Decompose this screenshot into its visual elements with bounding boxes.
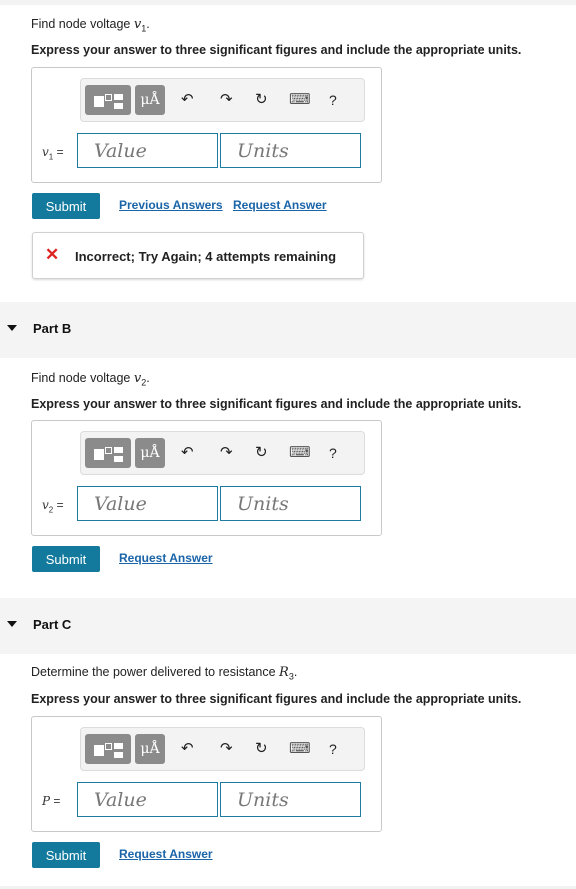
part-c-header[interactable]: Part C (0, 598, 576, 654)
keyboard-icon[interactable]: ⌨ (289, 90, 311, 110)
feedback-box: ✕ Incorrect; Try Again; 4 attempts remai… (32, 232, 364, 279)
incorrect-icon: ✕ (45, 245, 60, 264)
request-answer-link[interactable]: Request Answer (119, 551, 213, 565)
reset-icon[interactable]: ↻ (255, 443, 268, 463)
undo-icon[interactable]: ↶ (181, 90, 194, 110)
value-input[interactable]: Value (77, 486, 218, 521)
value-input[interactable]: Value (77, 133, 218, 168)
part-a-answer-box: μÅ ↶ ↷ ↻ ⌨ ? v1 = Value Units (31, 67, 382, 183)
help-icon[interactable]: ? (329, 90, 337, 110)
collapse-triangle-icon[interactable] (7, 325, 17, 331)
part-c-instruction: Express your answer to three significant… (31, 692, 522, 706)
part-b-title: Part B (33, 321, 72, 336)
v2-label: v2 = (42, 498, 64, 515)
v1-label: v1 = (42, 145, 64, 162)
templates-icon[interactable] (85, 438, 131, 468)
units-icon[interactable]: μÅ (135, 734, 165, 764)
part-a-panel: Find node voltage v1. Express your answe… (0, 5, 576, 302)
units-input[interactable]: Units (220, 133, 361, 168)
p-label: P = (42, 794, 61, 808)
units-input[interactable]: Units (220, 782, 361, 817)
submit-button[interactable]: Submit (32, 193, 100, 219)
redo-icon[interactable]: ↷ (220, 739, 233, 759)
request-answer-link[interactable]: Request Answer (119, 847, 213, 861)
request-answer-link[interactable]: Request Answer (233, 198, 327, 212)
part-a-instruction: Express your answer to three significant… (31, 43, 522, 57)
part-b-answer-box: μÅ ↶ ↷ ↻ ⌨ ? v2 = Value Units (31, 420, 382, 536)
part-b-panel: Find node voltage v2. Express your answe… (0, 358, 576, 598)
collapse-triangle-icon[interactable] (7, 621, 17, 627)
redo-icon[interactable]: ↷ (220, 90, 233, 110)
reset-icon[interactable]: ↻ (255, 739, 268, 759)
previous-answers-link[interactable]: Previous Answers (119, 198, 223, 212)
undo-icon[interactable]: ↶ (181, 443, 194, 463)
math-toolbar: μÅ ↶ ↷ ↻ ⌨ ? (80, 727, 365, 771)
submit-button[interactable]: Submit (32, 842, 100, 868)
part-c-panel: Determine the power delivered to resista… (0, 654, 576, 886)
keyboard-icon[interactable]: ⌨ (289, 443, 311, 463)
undo-icon[interactable]: ↶ (181, 739, 194, 759)
templates-icon[interactable] (85, 85, 131, 115)
math-toolbar: μÅ ↶ ↷ ↻ ⌨ ? (80, 431, 365, 475)
help-icon[interactable]: ? (329, 739, 337, 759)
math-toolbar: μÅ ↶ ↷ ↻ ⌨ ? (80, 78, 365, 122)
part-b-question: Find node voltage v2. (31, 371, 150, 388)
reset-icon[interactable]: ↻ (255, 90, 268, 110)
redo-icon[interactable]: ↷ (220, 443, 233, 463)
keyboard-icon[interactable]: ⌨ (289, 739, 311, 759)
submit-button[interactable]: Submit (32, 546, 100, 572)
part-b-header[interactable]: Part B (0, 302, 576, 358)
part-c-answer-box: μÅ ↶ ↷ ↻ ⌨ ? P = Value Units (31, 716, 382, 832)
units-icon[interactable]: μÅ (135, 85, 165, 115)
part-c-question: Determine the power delivered to resista… (31, 665, 298, 682)
help-icon[interactable]: ? (329, 443, 337, 463)
feedback-message: Incorrect; Try Again; 4 attempts remaini… (75, 249, 337, 264)
units-icon[interactable]: μÅ (135, 438, 165, 468)
units-input[interactable]: Units (220, 486, 361, 521)
part-c-title: Part C (33, 617, 72, 632)
value-input[interactable]: Value (77, 782, 218, 817)
templates-icon[interactable] (85, 734, 131, 764)
part-b-instruction: Express your answer to three significant… (31, 397, 522, 411)
part-a-question: Find node voltage v1. (31, 17, 150, 34)
